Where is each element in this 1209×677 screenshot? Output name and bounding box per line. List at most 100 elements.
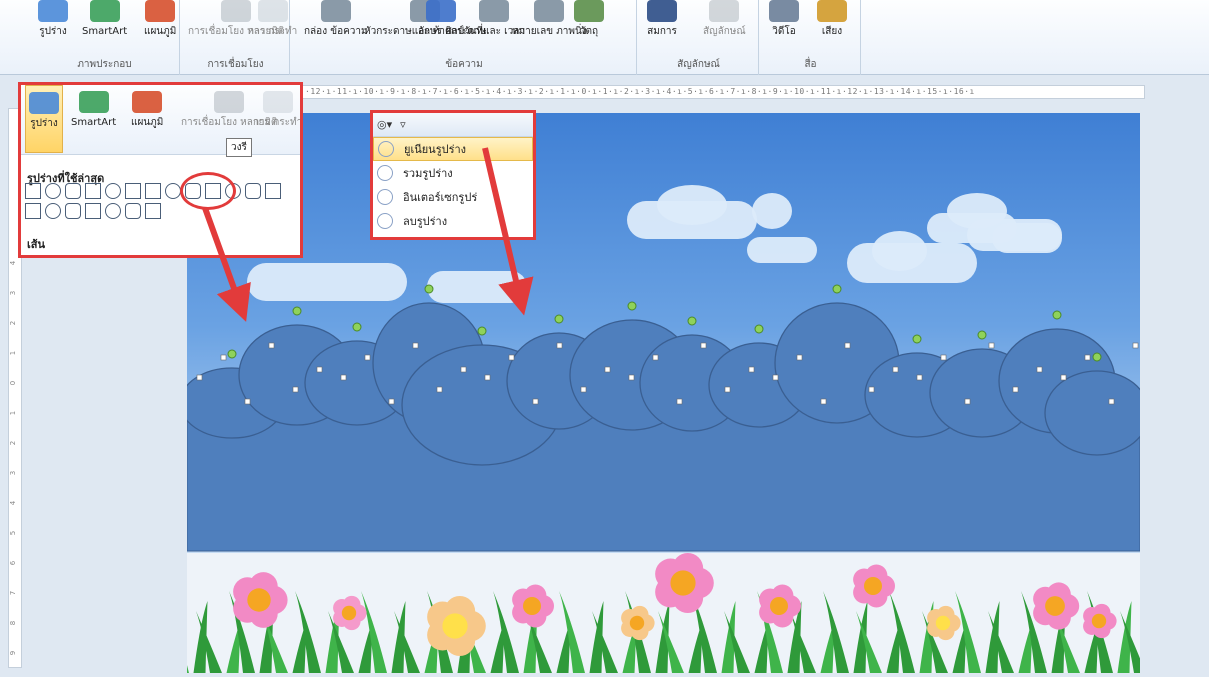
vertical-ruler-tick: 2 bbox=[9, 440, 18, 446]
video-icon bbox=[769, 0, 799, 22]
flower-center bbox=[247, 588, 271, 612]
flower-center bbox=[670, 570, 696, 596]
vertical-ruler-tick: 7 bbox=[9, 590, 18, 596]
wordart-icon bbox=[426, 0, 457, 22]
popup-button-label: รูปร่าง bbox=[30, 118, 58, 129]
slide-canvas[interactable] bbox=[187, 113, 1140, 673]
shape-thumbnail[interactable] bbox=[165, 183, 181, 199]
flower-center bbox=[442, 613, 468, 639]
popup-button-icon bbox=[29, 92, 59, 114]
ribbon-button-label: รูปร่าง bbox=[39, 26, 67, 37]
ribbon-group: วิดีโอ เสียง สื่อ bbox=[761, 0, 861, 75]
merge-shapes-item[interactable]: ยูเนียนรูปร่าง bbox=[373, 137, 533, 161]
ribbon-button[interactable]: เสียง bbox=[817, 0, 847, 38]
ribbon-button-label: สัญลักษณ์ bbox=[703, 26, 746, 37]
quick-access-menu-icon[interactable]: ▿ bbox=[400, 118, 406, 131]
shape-thumbnail[interactable] bbox=[245, 183, 261, 199]
grass-and-flowers bbox=[187, 552, 1140, 673]
ribbon-group: สมการ สัญลักษณ์ สัญลักษณ์ bbox=[639, 0, 759, 75]
vertical-ruler-tick: 6 bbox=[9, 560, 18, 566]
lines-heading: เส้น bbox=[27, 238, 45, 251]
popup-toolbar: รูปร่าง SmartArt แผนภูมิ การเชื่อมโยง หลายม… bbox=[21, 85, 300, 155]
popup-button-label: SmartArt bbox=[71, 117, 117, 128]
ribbon-button-label: สมการ bbox=[647, 26, 677, 37]
ribbon-button-label: กล่อง ข้อความ bbox=[304, 26, 368, 37]
shape-thumbnail[interactable] bbox=[125, 203, 141, 219]
merge-shapes-dropdown-icon[interactable]: ◎▾ bbox=[377, 118, 392, 131]
ribbon-button-label: อักษร ศิลป์ bbox=[418, 26, 465, 37]
flower-center bbox=[864, 577, 882, 595]
ribbon-button[interactable]: แผนภูมิ bbox=[144, 0, 176, 38]
ribbon-button[interactable]: กล่อง ข้อความ bbox=[304, 0, 368, 38]
flower-center bbox=[629, 615, 645, 631]
ribbon-button-label: วิดีโอ bbox=[772, 26, 796, 37]
ribbon-button[interactable]: วัตถุ bbox=[574, 0, 604, 38]
merge-shapes-item[interactable]: รวมรูปร่าง bbox=[373, 161, 533, 185]
shape-thumbnail[interactable] bbox=[45, 203, 61, 219]
action-icon bbox=[257, 0, 288, 22]
recent-shapes-row bbox=[25, 203, 161, 221]
shape-thumbnail[interactable] bbox=[145, 203, 161, 219]
ribbon-button[interactable]: การ กระทำ bbox=[248, 0, 297, 38]
horizontal-ruler: ·12·ı·11·ı·10·ı·9·ı·8·ı·7·ı·6·ı·5·ı·4·ı·… bbox=[300, 85, 1145, 99]
popup-ribbon-button[interactable]: SmartArt bbox=[71, 85, 116, 129]
object-icon bbox=[574, 0, 604, 22]
vertical-ruler-tick: 4 bbox=[9, 500, 18, 506]
ribbon-button-label: การ กระทำ bbox=[248, 26, 298, 37]
popup-ribbon-button[interactable]: รูปร่าง bbox=[25, 85, 63, 153]
shape-thumbnail[interactable] bbox=[105, 203, 121, 219]
equation-icon bbox=[647, 0, 677, 22]
merge-shapes-item[interactable]: อินเตอร์เซกรูปร่ bbox=[373, 185, 533, 209]
shape-thumbnail[interactable] bbox=[145, 183, 161, 199]
shape-thumbnail[interactable] bbox=[65, 183, 81, 199]
slide-number-icon bbox=[534, 0, 565, 22]
datetime-icon bbox=[479, 0, 510, 22]
ribbon-button[interactable]: อักษร ศิลป์ bbox=[418, 0, 464, 38]
vertical-ruler-tick: 2 bbox=[9, 320, 18, 326]
ribbon-button[interactable]: SmartArt bbox=[82, 0, 127, 38]
ribbon-button[interactable]: สัญลักษณ์ bbox=[703, 0, 746, 38]
powerpoint-window: { "ribbon": { "groups": [ {"label": "ภาพ… bbox=[0, 0, 1209, 677]
ribbon-button[interactable]: สมการ bbox=[647, 0, 677, 38]
chart-icon bbox=[145, 0, 176, 22]
merge-shapes-item-label: ยูเนียนรูปร่าง bbox=[404, 143, 467, 156]
popup-ribbon-button[interactable]: แผนภูมิ bbox=[131, 85, 163, 129]
shape-thumbnail[interactable] bbox=[85, 203, 101, 219]
oval-highlight bbox=[180, 172, 236, 210]
shape-thumbnail[interactable] bbox=[25, 183, 41, 199]
popup-button-label: แผนภูมิ bbox=[131, 117, 164, 128]
shape-thumbnail[interactable] bbox=[105, 183, 121, 199]
shape-thumbnail[interactable] bbox=[125, 183, 141, 199]
ribbon-group: การเชื่อมโยง หลายมิติ การ กระทำ การเชื่อมโ… bbox=[182, 0, 297, 75]
vertical-ruler-tick: 4 bbox=[9, 260, 18, 266]
merge-shapes-icon bbox=[378, 141, 394, 157]
ribbon-group-label: ภาพประกอบ bbox=[77, 59, 132, 70]
ribbon-group-label: การเชื่อมโยง bbox=[207, 59, 264, 70]
symbol-icon bbox=[709, 0, 740, 22]
popup-button-icon bbox=[214, 91, 245, 113]
shape-thumbnail[interactable] bbox=[25, 203, 41, 219]
flower-center bbox=[523, 597, 541, 615]
shapes-gallery-popup: รูปร่าง SmartArt แผนภูมิ การเชื่อมโยง หลายม… bbox=[18, 82, 303, 258]
ribbon-button-label: แผนภูมิ bbox=[144, 26, 177, 37]
shape-thumbnail[interactable] bbox=[85, 183, 101, 199]
ribbon: รูปร่าง SmartArt แผนภูมิภาพประกอบ การเชื่อม… bbox=[0, 0, 1209, 75]
recent-shapes-row bbox=[25, 183, 281, 201]
merge-shapes-popup: ◎▾ ▿ ยูเนียนรูปร่างรวมรูปร่างอินเตอร์เซก… bbox=[370, 110, 536, 240]
ribbon-button[interactable]: รูปร่าง bbox=[38, 0, 68, 38]
flower-center bbox=[1045, 596, 1065, 616]
merge-shapes-item-label: อินเตอร์เซกรูปร่ bbox=[403, 191, 478, 204]
textbox-icon bbox=[320, 0, 351, 22]
hyperlink-icon bbox=[221, 0, 252, 22]
vertical-ruler-tick: 1 bbox=[9, 350, 18, 356]
merge-items: ยูเนียนรูปร่างรวมรูปร่างอินเตอร์เซกรูปร่… bbox=[373, 137, 533, 233]
shape-thumbnail[interactable] bbox=[65, 203, 81, 219]
merge-shapes-item-label: รวมรูปร่าง bbox=[403, 167, 453, 180]
shape-thumbnail[interactable] bbox=[265, 183, 281, 199]
popup-ribbon-button[interactable]: การ กระทำ bbox=[253, 85, 300, 129]
smartart-icon bbox=[89, 0, 120, 22]
shape-thumbnail[interactable] bbox=[45, 183, 61, 199]
ribbon-button[interactable]: วิดีโอ bbox=[769, 0, 799, 38]
merge-shapes-item[interactable]: ลบรูปร่าง bbox=[373, 209, 533, 233]
ribbon-group: รูปร่าง SmartArt แผนภูมิภาพประกอบ bbox=[30, 0, 180, 75]
